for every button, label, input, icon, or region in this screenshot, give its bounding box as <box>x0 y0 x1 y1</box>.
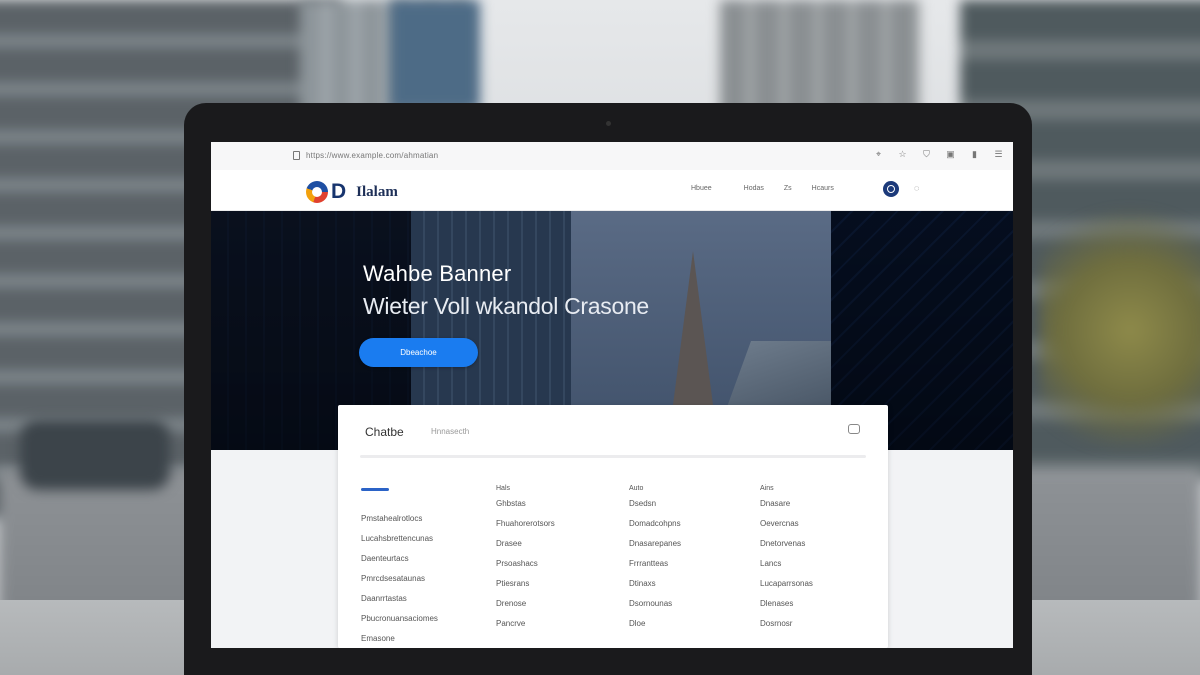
list-item[interactable]: Pancrve <box>496 617 555 637</box>
list-item[interactable]: Pbucronuansaciomes <box>361 612 438 632</box>
list-item[interactable]: Dlenases <box>760 597 813 617</box>
list-item[interactable]: Pmstahealrotlocs <box>361 512 438 532</box>
address-bar[interactable]: https://www.example.com/ahmatian <box>293 151 439 161</box>
list-item[interactable]: Dnasare <box>760 497 813 517</box>
link-column-2: Hals Ghbstas Fhuahorerotsors Drasee Prso… <box>496 485 555 637</box>
url-text: https://www.example.com/ahmatian <box>306 151 439 160</box>
nav-link-2[interactable]: Hodas <box>744 185 764 192</box>
card-breadcrumb[interactable]: Hnnasecth <box>431 427 469 436</box>
list-item[interactable]: Dsornounas <box>629 597 681 617</box>
list-item[interactable]: Daanrrtastas <box>361 592 438 612</box>
logo-letter: D <box>331 180 347 203</box>
list-item[interactable]: Dnetorvenas <box>760 537 813 557</box>
list-item[interactable]: Domadcohpns <box>629 517 681 537</box>
list-item[interactable]: Ghbstas <box>496 497 555 517</box>
list-item[interactable]: Dtinaxs <box>629 577 681 597</box>
webcam <box>606 121 611 126</box>
nav-link-3[interactable]: Zs <box>784 185 792 192</box>
chat-icon[interactable] <box>848 424 860 434</box>
site-logo[interactable]: D Ilalam <box>306 180 398 204</box>
list-item[interactable]: Fhuahorerotsors <box>496 517 555 537</box>
list-item[interactable]: Oevercnas <box>760 517 813 537</box>
list-item[interactable]: Dosrnosr <box>760 617 813 637</box>
link-column-3: Auto Dsedsn Domadcohpns Dnasarepanes Frr… <box>629 485 681 637</box>
brand-name: Ilalam <box>356 183 398 200</box>
nav-link-1[interactable]: Hbuee <box>691 185 712 192</box>
site-header: D Ilalam Hbuee Hodas Zs Hcaurs ◌ <box>211 170 1013 211</box>
list-item[interactable]: Frrrantteas <box>629 557 681 577</box>
list-item[interactable]: Pmrcdsesataunas <box>361 572 438 592</box>
list-item[interactable]: Emasone <box>361 632 438 648</box>
link-column-4: Ains Dnasare Oevercnas Dnetorvenas Lancs… <box>760 485 813 637</box>
list-item[interactable]: Daenteurtacs <box>361 552 438 572</box>
laptop: https://www.example.com/ahmatian ⌖ ☆ ⛉ ▣… <box>184 103 1032 675</box>
card-title: Chatbe <box>365 425 404 439</box>
list-item[interactable]: Dnasarepanes <box>629 537 681 557</box>
list-item[interactable]: Drenose <box>496 597 555 617</box>
logo-icon <box>306 181 328 203</box>
browser-toolbar: https://www.example.com/ahmatian ⌖ ☆ ⛉ ▣… <box>211 142 1013 171</box>
column-heading: Auto <box>629 485 644 492</box>
laptop-screen: https://www.example.com/ahmatian ⌖ ☆ ⛉ ▣… <box>211 142 1013 648</box>
bookmark-icon[interactable]: ▮ <box>970 149 979 159</box>
card-divider <box>360 455 866 458</box>
hero-title: Wahbe Banner <box>363 261 512 286</box>
list-item[interactable]: Drasee <box>496 537 555 557</box>
main-nav: Hbuee Hodas Zs Hcaurs <box>691 185 834 192</box>
star-icon[interactable]: ☆ <box>898 149 907 159</box>
content-card: Chatbe Hnnasecth Pmstahealrotlocs Lucahs… <box>338 405 888 648</box>
menu-icon[interactable]: ☰ <box>994 149 1003 159</box>
lock-icon <box>293 151 300 161</box>
column-heading: Ains <box>760 485 774 492</box>
active-tab-indicator <box>361 488 389 491</box>
browser-icons: ⌖ ☆ ⛉ ▣ ▮ ☰ <box>874 149 1003 159</box>
list-item[interactable]: Lancs <box>760 557 813 577</box>
pin-icon[interactable]: ⌖ <box>874 149 883 159</box>
nav-link-4[interactable]: Hcaurs <box>812 185 834 192</box>
hero-subtitle: Wieter Voll wkandol Crasone <box>363 293 649 319</box>
account-icon[interactable] <box>883 181 899 197</box>
column-heading: Hals <box>496 485 511 492</box>
hero-cta-button[interactable]: Dbeachoe <box>359 338 478 367</box>
link-column-1: Pmstahealrotlocs Lucahsbrettencunas Daen… <box>361 485 438 648</box>
list-item[interactable]: Ptiesrans <box>496 577 555 597</box>
list-item[interactable]: Prsoashacs <box>496 557 555 577</box>
list-item[interactable]: Dloe <box>629 617 681 637</box>
list-item[interactable]: Dsedsn <box>629 497 681 517</box>
shield-icon[interactable]: ⛉ <box>922 149 931 159</box>
list-item[interactable]: Lucahsbrettencunas <box>361 532 438 552</box>
notification-icon[interactable]: ◌ <box>914 183 919 193</box>
extension-icon[interactable]: ▣ <box>946 149 955 159</box>
list-item[interactable]: Lucaparrsonas <box>760 577 813 597</box>
